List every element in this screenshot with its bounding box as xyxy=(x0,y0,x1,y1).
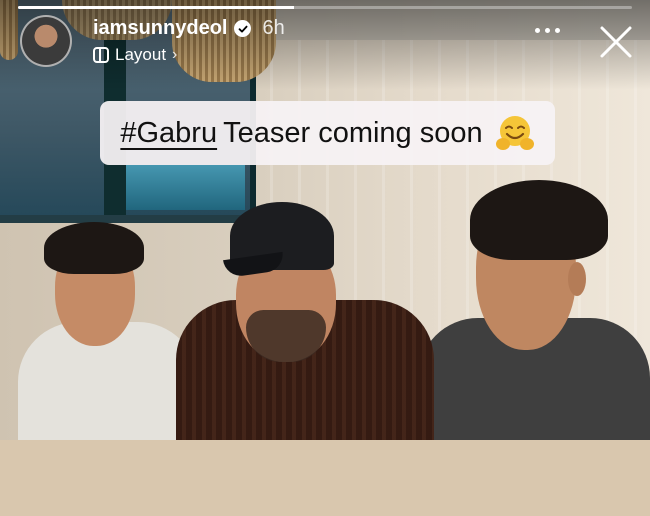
story-progress-bar xyxy=(18,6,632,9)
story-header: iamsunnydeol 6h xyxy=(93,17,285,40)
more-options-icon[interactable] xyxy=(535,28,560,33)
verified-badge-icon xyxy=(234,20,252,37)
layout-link[interactable]: Layout › xyxy=(93,45,177,65)
avatar[interactable] xyxy=(20,15,72,67)
hashtag[interactable]: #Gabru xyxy=(120,117,217,150)
ear xyxy=(568,262,586,296)
layout-icon xyxy=(93,47,109,63)
table xyxy=(0,440,650,516)
username[interactable]: iamsunnydeol xyxy=(93,17,227,40)
story-progress-fill xyxy=(18,6,295,9)
caption-sticker: #Gabru Teaser coming soon xyxy=(100,101,555,165)
hugging-face-emoji-icon xyxy=(495,116,534,150)
hair xyxy=(470,180,608,260)
caption-text: Teaser coming soon xyxy=(223,116,483,149)
close-icon[interactable] xyxy=(598,24,634,60)
chevron-right-icon: › xyxy=(172,46,178,63)
layout-label: Layout xyxy=(115,45,167,64)
window-glow xyxy=(120,165,245,210)
hair xyxy=(44,222,144,274)
timestamp: 6h xyxy=(262,17,285,39)
story-viewer[interactable]: iamsunnydeol 6h Layout › #Gabru Teaser c… xyxy=(0,0,650,516)
